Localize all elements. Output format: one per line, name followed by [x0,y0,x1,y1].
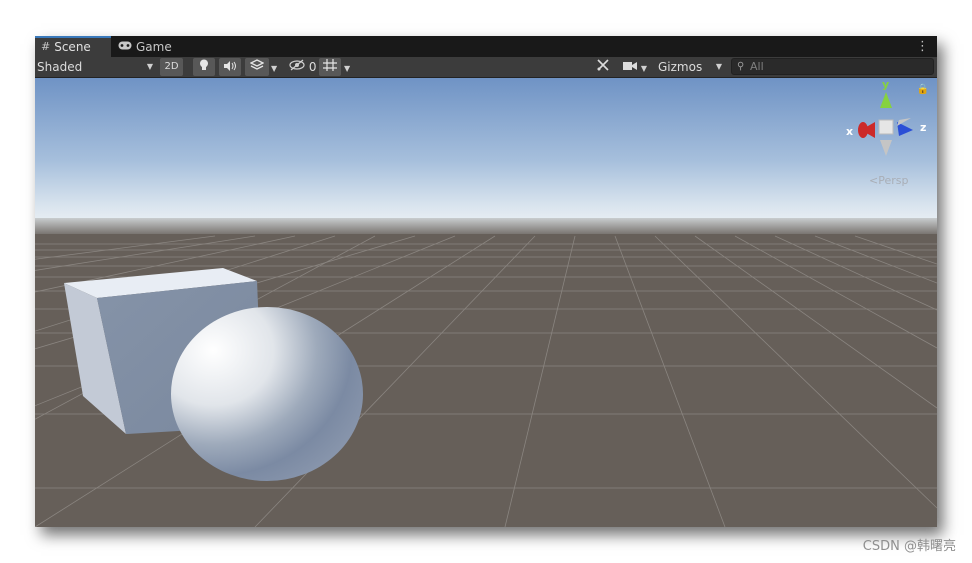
gizmos-label: Gizmos [658,60,703,74]
grid-dropdown[interactable]: ▼ [344,58,358,76]
camera-settings-dropdown[interactable]: ▼ [623,58,655,76]
chevron-down-icon: ▼ [715,62,722,71]
tab-scene-label: Scene [54,39,91,54]
gizmo-y-label: y [882,78,890,91]
projection-label: Persp [878,174,909,187]
lock-icon[interactable]: 🔒 [917,84,929,95]
chevron-down-icon: ▼ [271,64,278,73]
hidden-eye-icon [289,59,309,74]
gizmo-x-label: x [846,125,854,138]
search-placeholder: All [750,60,764,73]
tab-bar: # Scene Game ⋮ [35,36,937,57]
chevron-down-icon: ▼ [344,64,351,73]
tab-game-label: Game [136,39,172,54]
effects-toggle-button[interactable] [245,58,269,76]
orientation-gizmo[interactable]: y x z 🔒 <Persp [841,78,931,192]
grid-toggle-button[interactable] [319,58,341,76]
search-input[interactable]: ⚲ All [731,58,934,75]
more-options-icon[interactable]: ⋮ [916,38,929,55]
gizmo-z-label: z [920,121,927,134]
search-icon: ⚲ [737,61,745,72]
draw-mode-dropdown[interactable]: Shaded ▼ [37,58,155,76]
layers-icon [249,59,265,74]
chevron-down-icon: ▼ [146,62,153,71]
gamepad-icon [118,36,132,58]
draw-mode-label: Shaded [37,60,83,74]
effects-dropdown[interactable]: ▼ [271,58,283,76]
hidden-count: 0 [308,60,317,74]
scene-visibility-toggle[interactable]: 0 [289,58,317,76]
axis-gizmo-icon [858,92,913,156]
sphere-object[interactable] [171,307,363,481]
gizmos-dropdown[interactable]: Gizmos ▼ [658,58,724,76]
tools-icon [596,59,610,75]
watermark: CSDN @韩曙亮 [862,539,956,554]
2d-toggle-button[interactable]: 2D [160,58,183,76]
scene-toolbar: Shaded ▼ 2D ▼ 0 ▼ ▼ Gizmos ▼ ⚲ All [35,57,937,78]
scene-render [35,78,937,527]
projection-toggle[interactable]: <Persp [869,174,908,187]
skybox [35,78,937,228]
lightbulb-icon [199,59,209,74]
lighting-toggle-button[interactable] [193,58,215,76]
speaker-icon [223,60,237,74]
arrow-left-icon: < [869,174,879,187]
scene-window: # Scene Game ⋮ Shaded ▼ 2D ▼ 0 ▼ ▼ Gizmo… [35,36,937,527]
tools-button[interactable] [596,58,618,76]
tab-scene[interactable]: # Scene [35,36,111,57]
grid-icon: # [41,39,51,53]
camera-icon [623,60,641,74]
tab-game[interactable]: Game [112,36,184,57]
chevron-down-icon: ▼ [640,64,647,73]
grid-snap-icon [323,59,337,74]
audio-toggle-button[interactable] [219,58,241,76]
scene-viewport[interactable]: y x z 🔒 <Persp [35,78,937,527]
